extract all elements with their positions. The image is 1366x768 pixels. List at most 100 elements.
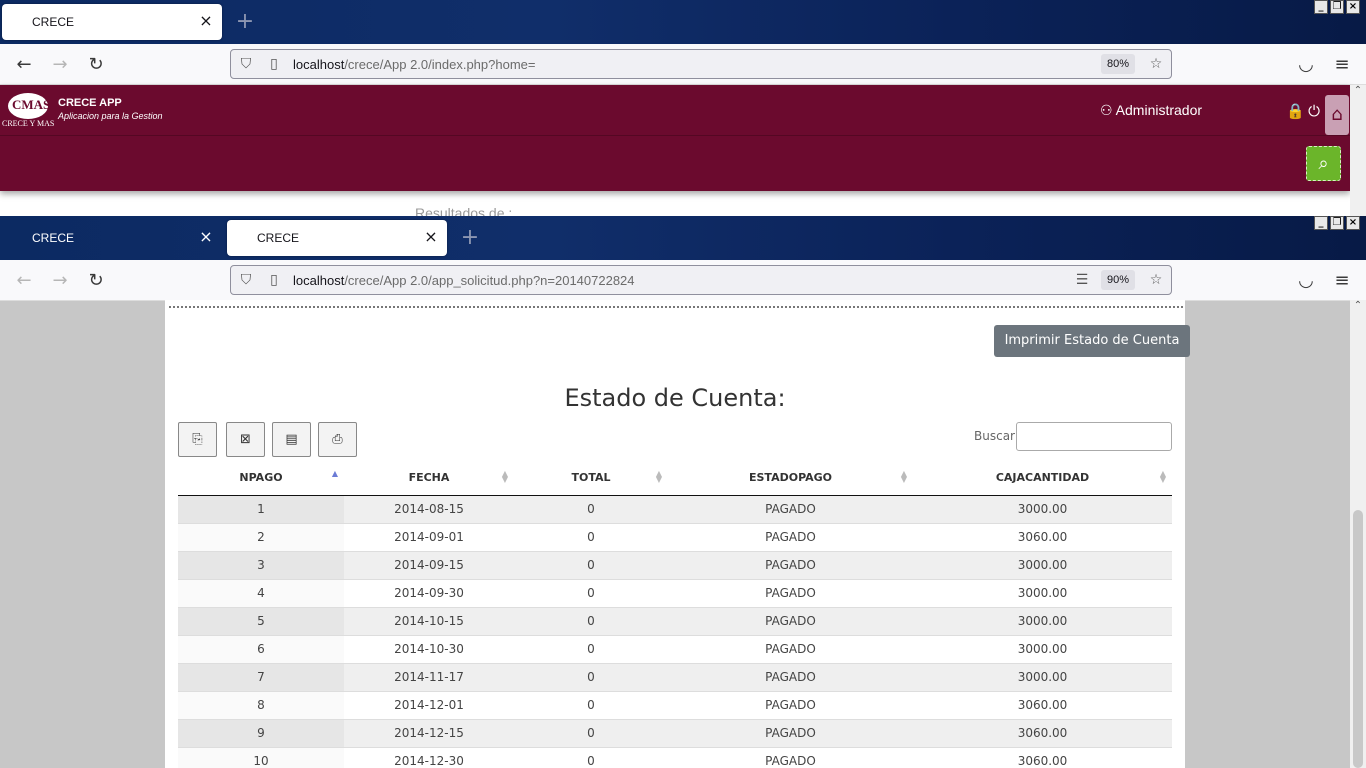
user-menu[interactable]: ⚇ Administrador [1100,102,1202,119]
header-divider [0,135,1350,136]
table-row[interactable]: 4 2014-09-30 0 PAGADO 3000.00 [178,578,1172,607]
close-window-button[interactable]: × [1346,0,1360,14]
table-row[interactable]: 8 2014-12-01 0 PAGADO 3060.00 [178,690,1172,719]
url-text[interactable]: localhost/crece/App 2.0/app_solicitud.ph… [293,273,635,288]
column-header-cajacantidad[interactable]: CAJACANTIDAD ▲ ▼ [913,460,1172,496]
table-cell: 0 [514,662,668,691]
table-cell: 2014-09-15 [344,550,514,579]
estado-cuenta-panel: Imprimir Estado de Cuenta Estado de Cuen… [165,300,1190,768]
table-cell: 0 [514,606,668,635]
table-row[interactable]: 2 2014-09-01 0 PAGADO 3060.00 [178,522,1172,551]
close-tab-icon[interactable]: × [198,12,214,30]
address-bar[interactable]: ⛉ ▯ localhost/crece/App 2.0/index.php?ho… [230,49,1172,79]
table-cell: 2014-11-17 [344,662,514,691]
search-input[interactable] [1016,422,1172,451]
column-header-estadopago[interactable]: ESTADOPAGO ▲ ▼ [668,460,913,496]
page-icon[interactable]: ▯ [265,55,283,73]
sort-icon: ▲ ▼ [1159,469,1166,484]
close-tab-icon[interactable]: × [423,228,439,246]
print-statement-button[interactable]: Imprimir Estado de Cuenta [994,325,1190,357]
new-tab-button[interactable]: + [458,224,482,252]
table-cell: 9 [178,718,344,747]
minimize-button[interactable]: _ [1314,0,1328,14]
reader-view-icon[interactable]: ☰ [1073,271,1091,289]
sort-icon: ▲ ▼ [900,469,907,484]
table-cell: 3060.00 [913,718,1172,747]
back-arrow-icon[interactable]: ← [12,269,36,293]
bookmark-star-icon[interactable]: ☆ [1147,271,1165,289]
new-tab-button[interactable]: + [233,8,257,36]
url-text[interactable]: localhost/crece/App 2.0/index.php?home= [293,57,535,72]
scrollbar-thumb[interactable] [1353,510,1363,768]
shield-icon[interactable]: ⛉ [237,271,255,289]
pocket-icon[interactable]: ◡ [1294,53,1318,77]
reload-icon[interactable]: ↻ [84,53,108,77]
tab-crece-home[interactable]: CRECE × [2,4,222,40]
address-bar[interactable]: ⛉ ▯ localhost/crece/App 2.0/app_solicitu… [230,265,1172,295]
forward-arrow-icon[interactable]: → [48,53,72,77]
table-cell: 0 [514,494,668,523]
table-row[interactable]: 3 2014-09-15 0 PAGADO 3000.00 [178,550,1172,579]
table-row[interactable]: 10 2014-12-30 0 PAGADO 3060.00 [178,746,1172,768]
search-label: Buscar: [974,429,1019,443]
tab-crece-2[interactable]: CRECE × [227,220,447,256]
lock-icon[interactable]: 🔒 [1286,102,1305,120]
table-cell: 3000.00 [913,578,1172,607]
tab-strip: CRECE × CRECE × + _ ❐ × [0,216,1366,260]
power-icon[interactable]: ⏻ [1305,102,1323,120]
zoom-level[interactable]: 90% [1101,270,1135,290]
scrollbar-solicitud[interactable]: ⌃ [1350,300,1366,768]
search-button[interactable]: ⌕ [1306,146,1341,181]
minimize-button[interactable]: _ [1314,216,1328,230]
pdf-button[interactable]: ⎙ [318,422,357,457]
pocket-icon[interactable]: ◡ [1294,269,1318,293]
table-cell: 3000.00 [913,634,1172,663]
close-window-button[interactable]: × [1346,216,1360,230]
restore-button[interactable]: ❐ [1330,216,1344,230]
shield-icon[interactable]: ⛉ [237,55,255,73]
table-row[interactable]: 9 2014-12-15 0 PAGADO 3060.00 [178,718,1172,747]
page-icon[interactable]: ▯ [265,271,283,289]
home-icon[interactable]: ⌂ [1325,95,1349,135]
scroll-up-icon[interactable]: ⌃ [1352,85,1364,99]
zoom-level[interactable]: 80% [1101,54,1135,74]
table-cell: 2014-12-30 [344,746,514,768]
table-row[interactable]: 1 2014-08-15 0 PAGADO 3000.00 [178,494,1172,523]
column-header-npago[interactable]: NPAGO ▲ [178,460,344,496]
table-cell: PAGADO [668,522,913,551]
logo-caption: CRECE Y MAS [2,119,55,128]
navigation-toolbar: ← → ↻ ⛉ ▯ localhost/crece/App 2.0/app_so… [0,260,1366,301]
forward-arrow-icon[interactable]: → [48,269,72,293]
scrollbar-home[interactable]: ⌃ [1350,85,1366,216]
table-cell: PAGADO [668,662,913,691]
table-cell: 0 [514,718,668,747]
table-cell: 2 [178,522,344,551]
column-header-total[interactable]: TOTAL ▲ ▼ [514,460,668,496]
menu-icon[interactable]: ≡ [1330,269,1354,293]
window-controls: _ ❐ × [1314,0,1360,16]
table-cell: 0 [514,690,668,719]
table-cell: PAGADO [668,690,913,719]
sort-icon: ▲ ▼ [655,469,662,484]
column-header-fecha[interactable]: FECHA ▲ ▼ [344,460,514,496]
restore-button[interactable]: ❐ [1330,0,1344,14]
browser-window-solicitud: CRECE × CRECE × + _ ❐ × ← → ↻ ⛉ ▯ localh… [0,216,1366,768]
csv-button[interactable]: ▤ [272,422,311,457]
menu-icon[interactable]: ≡ [1330,53,1354,77]
table-row[interactable]: 6 2014-10-30 0 PAGADO 3000.00 [178,634,1172,663]
scroll-up-icon[interactable]: ⌃ [1352,300,1364,314]
crece-logo[interactable]: CMAS CRECE Y MAS [2,93,56,128]
table-cell: PAGADO [668,494,913,523]
close-tab-icon[interactable]: × [198,228,214,246]
document-icon: ▤ [285,432,298,447]
sort-asc-icon: ▲ [331,469,338,478]
excel-button[interactable]: ⊠ [226,422,265,457]
tab-crece-1[interactable]: CRECE × [2,220,222,256]
table-cell: 7 [178,662,344,691]
table-row[interactable]: 5 2014-10-15 0 PAGADO 3000.00 [178,606,1172,635]
table-row[interactable]: 7 2014-11-17 0 PAGADO 3000.00 [178,662,1172,691]
copy-button[interactable]: ⎘ [178,422,217,457]
back-arrow-icon[interactable]: ← [12,53,36,77]
bookmark-star-icon[interactable]: ☆ [1147,55,1165,73]
reload-icon[interactable]: ↻ [84,269,108,293]
